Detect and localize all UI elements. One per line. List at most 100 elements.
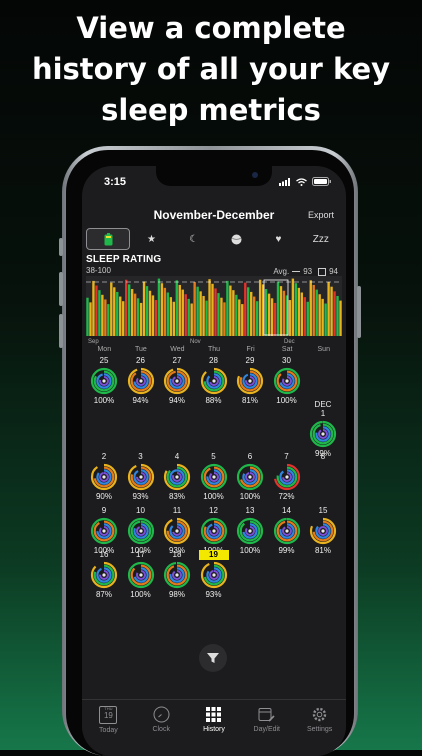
day-number: 4 <box>174 452 180 461</box>
chart-bar <box>247 287 250 336</box>
tab-zzz[interactable]: Zzz <box>300 228 342 250</box>
day-cell[interactable]: 7 72% <box>269 452 305 501</box>
chart-bar <box>303 297 306 336</box>
chart-bar <box>300 292 304 336</box>
day-number: 12 <box>209 506 218 515</box>
day-cell[interactable]: 5 100% <box>196 452 232 501</box>
tab-ball[interactable] <box>215 228 257 250</box>
sleep-ring-icon <box>163 561 191 589</box>
chart-bar <box>327 282 330 336</box>
volume-down-button <box>59 314 63 348</box>
day-cell[interactable]: 27 94% <box>159 356 195 405</box>
sleep-ring-icon <box>127 517 154 545</box>
tab-day-edit-label: Day/Edit <box>253 726 281 733</box>
day-cell[interactable]: 26 94% <box>123 356 159 405</box>
day-cell[interactable]: 6 100% <box>232 452 268 501</box>
page-title: November-December <box>153 208 275 222</box>
day-cell[interactable]: 18 98% <box>159 550 195 599</box>
power-button <box>357 286 361 338</box>
chart-bar <box>226 280 229 336</box>
ring-center <box>211 379 216 383</box>
day-cell[interactable]: 14 99% <box>269 506 305 555</box>
day-cell[interactable]: DEC 1 99% <box>305 400 341 458</box>
tab-today-label: Today <box>99 727 118 734</box>
chart-bar <box>291 278 295 336</box>
tab-day-edit[interactable]: Day/Edit <box>240 700 293 756</box>
sleep-ring-icon <box>273 367 300 395</box>
ring-center <box>175 379 179 383</box>
day-cell[interactable]: 29 81% <box>232 356 268 405</box>
day-number: 16 <box>99 550 109 559</box>
day-number: 13 <box>245 506 255 515</box>
day-cell[interactable]: 25 100% <box>86 356 122 405</box>
camera-icon <box>252 172 258 178</box>
day-cell[interactable]: 10 100% <box>123 506 159 555</box>
day-number: 17 <box>136 550 145 559</box>
day-percent: 100% <box>239 546 261 555</box>
day-cell[interactable]: 3 93% <box>123 452 159 501</box>
tab-moon[interactable]: ☾ <box>173 228 215 250</box>
ring-center <box>211 573 216 577</box>
grid-icon <box>206 707 222 722</box>
avg-label: Avg. <box>273 267 290 276</box>
filter-icon <box>207 653 219 663</box>
day-cell[interactable]: 11 93% <box>159 506 195 555</box>
day-cell[interactable]: 13 100% <box>232 506 268 555</box>
sleep-ring-icon <box>273 463 300 491</box>
day-cell[interactable]: 19 93% <box>196 550 232 599</box>
tab-heart[interactable]: ♥ <box>257 228 299 250</box>
chart-bar <box>238 299 241 336</box>
day-percent: 72% <box>278 492 295 501</box>
chart-bar <box>267 293 271 336</box>
day-cell[interactable]: 8 <box>305 452 341 462</box>
mute-switch <box>59 238 63 256</box>
signal-icon <box>279 177 290 186</box>
headline-line-1: View a complete <box>76 11 346 45</box>
weekday-wed: Wed <box>170 346 185 353</box>
day-number: 30 <box>282 356 291 365</box>
day-cell[interactable]: 12100% <box>196 506 232 555</box>
day-cell[interactable]: 28 88% <box>196 356 232 405</box>
box-value: 94 <box>329 267 338 276</box>
day-cell[interactable]: 9 100% <box>86 506 122 555</box>
tab-history[interactable]: History <box>188 700 241 756</box>
tab-settings[interactable]: Settings <box>293 700 346 756</box>
chart-bar <box>163 287 167 336</box>
chart-bar <box>133 293 137 336</box>
sleep-rating-bar-chart[interactable] <box>86 276 342 336</box>
weekday-sat: Sat <box>281 346 293 353</box>
chart-bar <box>214 288 217 336</box>
chart-bar <box>127 284 131 336</box>
day-number: 29 <box>245 356 255 365</box>
day-cell[interactable]: 15 81% <box>305 506 341 555</box>
export-button[interactable]: Export <box>308 210 334 220</box>
chart-bar <box>276 281 280 336</box>
chart-bar <box>309 280 312 336</box>
day-cell[interactable]: 30 100% <box>269 356 305 405</box>
filter-button[interactable] <box>199 644 227 672</box>
tab-today[interactable]: THU 19 Today <box>82 700 135 756</box>
chart-bar <box>250 291 253 336</box>
tab-star[interactable]: ★ <box>130 228 172 250</box>
chart-bar <box>107 304 110 336</box>
star-icon: ★ <box>147 233 156 245</box>
chart-bar <box>187 298 190 336</box>
chart-bar <box>89 302 92 336</box>
heart-icon: ♥ <box>275 233 282 245</box>
tab-clock[interactable]: Clock <box>135 700 188 756</box>
chart-bar <box>315 289 318 336</box>
day-cell[interactable]: 16 87% <box>86 550 122 599</box>
chart-bar <box>142 281 146 336</box>
day-cell[interactable]: 2 90% <box>86 452 122 501</box>
chart-bar <box>339 300 342 336</box>
day-cell[interactable]: 4 83% <box>159 452 195 501</box>
day-percent: 100% <box>93 396 115 405</box>
chart-bar <box>312 284 315 336</box>
avg-value: 93 <box>303 267 313 276</box>
chart-bar <box>229 285 232 336</box>
day-cell[interactable]: 17 100% <box>123 550 159 599</box>
tab-battery[interactable] <box>86 228 131 250</box>
sleep-ring-icon <box>200 463 227 491</box>
ball-icon <box>231 234 242 244</box>
chart-bar <box>288 300 292 336</box>
